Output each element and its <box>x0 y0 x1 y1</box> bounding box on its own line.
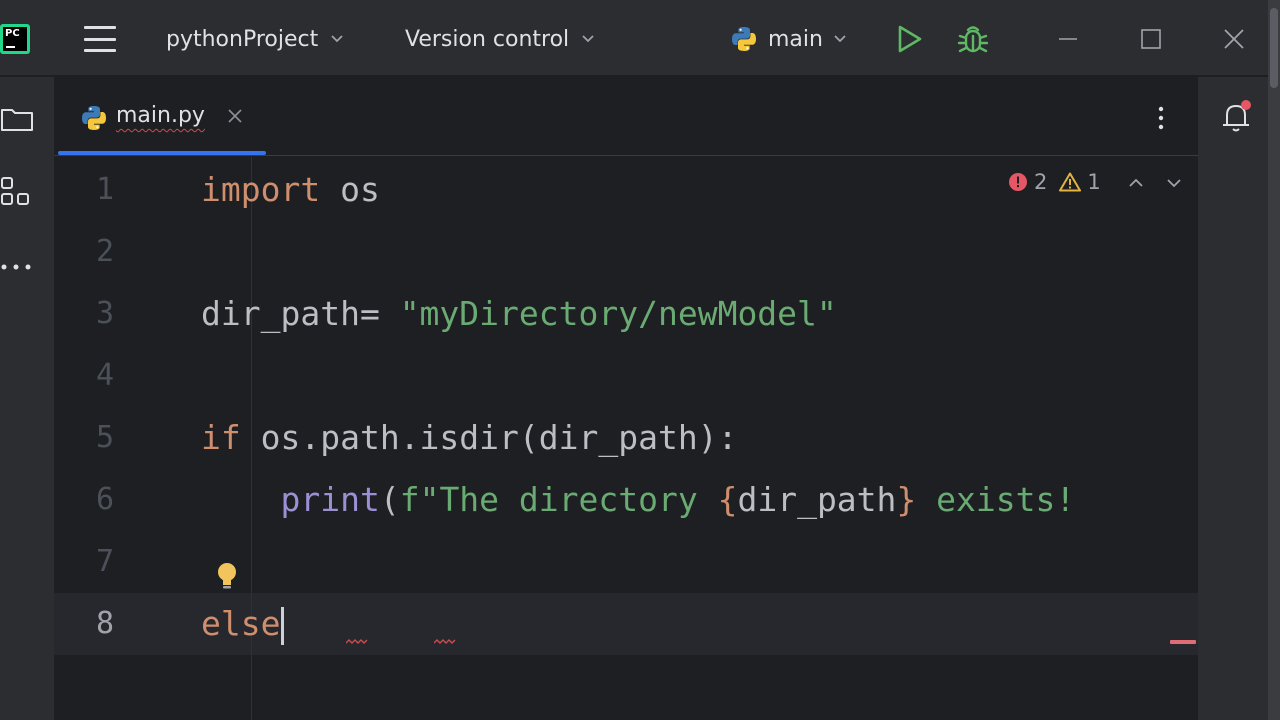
tab-label: main.py <box>116 103 205 128</box>
python-icon <box>730 25 758 53</box>
code-line-1: import os <box>201 159 380 221</box>
minimize-icon[interactable] <box>1051 22 1085 56</box>
errors-count[interactable]: 2 <box>1008 170 1047 194</box>
main-menu-icon[interactable] <box>84 26 116 52</box>
error-count-value: 2 <box>1034 170 1048 194</box>
window-scrollbar[interactable] <box>1268 0 1280 720</box>
run-config-name: main <box>768 26 823 52</box>
string-token: exists! <box>916 480 1076 519</box>
active-tab-indicator <box>58 151 266 155</box>
inspection-widget[interactable]: 2 1 <box>1008 168 1183 196</box>
intention-lightbulb-icon[interactable] <box>214 561 240 591</box>
line-number: 7 <box>95 544 115 579</box>
error-icon <box>1009 173 1027 191</box>
structure-icon[interactable] <box>0 174 36 210</box>
scrollbar-thumb[interactable] <box>1270 8 1278 88</box>
tab-main-py[interactable]: main.py <box>56 77 266 155</box>
string-token: "myDirectory/newModel" <box>399 294 837 333</box>
line-number: 4 <box>95 358 115 393</box>
chevron-down-icon <box>581 32 595 46</box>
editor-tab-bar: main.py <box>54 77 1198 156</box>
warning-icon <box>1059 172 1082 192</box>
debug-bug-icon[interactable] <box>956 22 990 56</box>
more-tools-icon[interactable] <box>0 249 36 285</box>
previous-highlight-chevron-up-icon[interactable] <box>1127 173 1145 191</box>
line-number: 6 <box>95 482 115 517</box>
folder-icon[interactable] <box>0 101 36 137</box>
code-line-5: if os.path.isdir(dir_path): <box>201 407 737 469</box>
warnings-count[interactable]: 1 <box>1059 170 1101 194</box>
run-configuration-selector[interactable]: main <box>730 22 847 56</box>
project-name: pythonProject <box>166 26 319 52</box>
title-bar: PC pythonProject Version control main <box>0 0 1280 76</box>
code-editor[interactable]: 1 2 3 4 5 6 7 8 import os dir_path= "myD… <box>54 157 1198 720</box>
brace-token: { <box>717 480 738 519</box>
code-token: dir_path <box>737 480 897 519</box>
code-token: os <box>320 170 380 209</box>
pycharm-logo-text: PC <box>3 27 27 51</box>
warning-count-value: 1 <box>1087 170 1101 194</box>
keyword-token: else <box>201 604 281 643</box>
project-menu[interactable]: pythonProject <box>166 22 344 56</box>
close-window-icon[interactable] <box>1217 22 1251 56</box>
line-number: 1 <box>95 172 115 207</box>
string-token: f"The directory <box>399 480 718 519</box>
text-caret <box>281 606 285 645</box>
function-token: print <box>280 480 380 519</box>
version-control-label: Version control <box>405 26 570 52</box>
python-file-icon <box>80 104 108 132</box>
left-tool-strip <box>0 77 54 720</box>
chevron-down-icon <box>330 32 344 46</box>
keyword-token: if <box>201 418 241 457</box>
code-line-8: else <box>201 593 285 655</box>
version-control-menu[interactable]: Version control <box>405 22 595 56</box>
error-squiggle <box>346 639 368 644</box>
line-number: 5 <box>95 420 115 455</box>
keyword-token: import <box>201 170 321 209</box>
indent-token <box>201 480 280 519</box>
code-token: os.path.isdir(dir_path): <box>240 418 738 457</box>
code-token: dir_path= <box>201 294 400 333</box>
brace-token: } <box>896 480 917 519</box>
code-token: ( <box>379 480 400 519</box>
pycharm-logo-icon[interactable]: PC <box>0 24 30 54</box>
run-icon[interactable] <box>894 22 926 56</box>
tab-options-kebab-icon[interactable] <box>1151 103 1171 133</box>
line-number: 3 <box>95 296 115 331</box>
line-number: 2 <box>95 234 115 269</box>
maximize-icon[interactable] <box>1134 22 1168 56</box>
code-line-6: print(f"The directory {dir_path} exists! <box>201 469 1075 531</box>
chevron-down-icon <box>833 32 847 46</box>
close-tab-icon[interactable] <box>226 107 244 125</box>
code-line-3: dir_path= "myDirectory/newModel" <box>201 283 837 345</box>
next-highlight-chevron-down-icon[interactable] <box>1165 173 1183 191</box>
line-number: 8 <box>95 606 115 641</box>
notifications-bell-icon[interactable] <box>1218 97 1258 137</box>
error-squiggle <box>434 639 456 644</box>
error-stripe-marker[interactable] <box>1170 640 1196 644</box>
